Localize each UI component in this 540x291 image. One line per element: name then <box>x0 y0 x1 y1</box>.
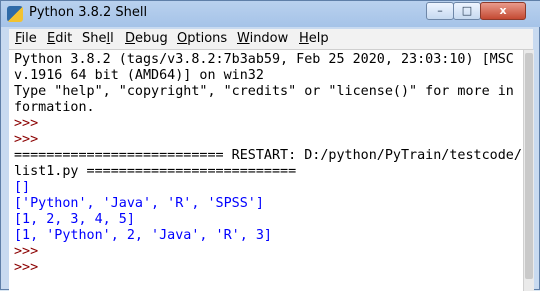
minimize-button[interactable]: – <box>426 2 454 20</box>
restart-line: ========================== RESTART: D:/p… <box>14 148 522 163</box>
shell-prompt: >>> <box>14 132 39 147</box>
menu-shell[interactable]: Shell <box>82 31 114 46</box>
menu-window[interactable]: Window <box>237 31 288 46</box>
shell-prompt: >>> <box>14 260 39 275</box>
output-line: [] <box>14 180 31 195</box>
menu-debug-label: ebug <box>135 31 168 46</box>
menu-window-accel: W <box>237 31 250 46</box>
vertical-scrollbar[interactable] <box>523 50 534 291</box>
maximize-icon: □ <box>461 4 473 17</box>
menu-help-accel: H <box>299 31 309 46</box>
minimize-icon: – <box>437 4 443 17</box>
menu-file[interactable]: File <box>15 31 37 46</box>
window-title: Python 3.8.2 Shell <box>29 5 148 20</box>
python-logo-icon <box>7 6 23 22</box>
restart-line: list1.py ========================== <box>14 164 297 179</box>
output-line: ['Python', 'Java', 'R', 'SPSS'] <box>14 196 264 211</box>
close-icon: x <box>499 4 507 17</box>
shell-prompt: >>> <box>14 116 39 131</box>
menu-edit-accel: E <box>47 31 56 46</box>
menu-debug-accel: D <box>125 31 136 46</box>
menu-help[interactable]: Help <box>299 31 329 46</box>
menu-options-label: ptions <box>187 31 228 46</box>
title-bar[interactable]: Python 3.8.2 Shell – □ x <box>1 1 540 27</box>
banner-line: v.1916 64 bit (AMD64)] on win32 <box>14 68 264 83</box>
menu-edit-label: dit <box>55 31 73 46</box>
shell-text-area[interactable]: Python 3.8.2 (tags/v3.8.2:7b3ab59, Feb 2… <box>9 50 523 291</box>
menu-options-accel: O <box>177 31 188 46</box>
menu-options[interactable]: Options <box>177 31 227 46</box>
menu-bar: File Edit Shell Debug Options Window Hel… <box>9 29 533 50</box>
menu-help-label: elp <box>308 31 329 46</box>
scrollbar-thumb[interactable] <box>525 53 533 279</box>
menu-debug[interactable]: Debug <box>125 31 168 46</box>
banner-line: Python 3.8.2 (tags/v3.8.2:7b3ab59, Feb 2… <box>14 52 514 67</box>
output-line: [1, 'Python', 2, 'Java', 'R', 3] <box>14 228 272 243</box>
menu-shell-label: l <box>110 31 114 46</box>
idle-shell-window: Python 3.8.2 Shell – □ x File Edit Shell… <box>0 0 540 291</box>
menu-file-label: ile <box>21 31 37 46</box>
menu-window-label: indow <box>249 31 289 46</box>
output-line: [1, 2, 3, 4, 5] <box>14 212 135 227</box>
menu-edit[interactable]: Edit <box>47 31 72 46</box>
shell-prompt: >>> <box>14 244 39 259</box>
banner-line: formation. <box>14 100 95 115</box>
menu-shell-prefix: She <box>82 31 107 46</box>
close-button[interactable]: x <box>480 2 526 20</box>
maximize-button[interactable]: □ <box>453 2 481 20</box>
banner-line: Type "help", "copyright", "credits" or "… <box>14 84 514 99</box>
